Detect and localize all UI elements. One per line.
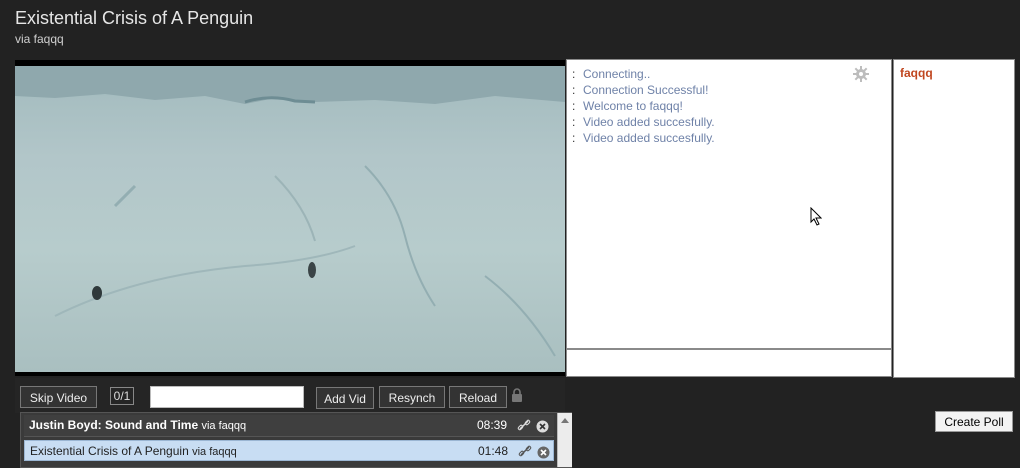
skip-counter: 0/1 <box>110 387 134 405</box>
playlist-item-title: Existential Crisis of A Penguin <box>30 444 189 458</box>
chat-message: : Video added succesfully. <box>572 131 715 145</box>
reload-button[interactable]: Reload <box>449 386 507 408</box>
user-list: faqqq <box>893 59 1015 378</box>
add-video-button[interactable]: Add Vid <box>316 387 374 409</box>
video-source: via faqqq <box>15 32 64 46</box>
playlist-scrollbar[interactable] <box>557 413 572 467</box>
user-name[interactable]: faqqq <box>900 66 933 80</box>
mouse-cursor-icon <box>810 206 823 231</box>
scroll-up-icon[interactable] <box>561 418 569 423</box>
chat-message: : Welcome to faqqq! <box>572 99 683 113</box>
create-poll-button[interactable]: Create Poll <box>935 411 1013 432</box>
chat-input[interactable] <box>566 349 892 377</box>
link-icon[interactable] <box>517 418 531 439</box>
playlist-item-duration: 08:39 <box>477 418 508 432</box>
gear-icon[interactable] <box>853 66 869 82</box>
link-icon[interactable] <box>518 444 532 465</box>
lock-icon[interactable] <box>512 388 522 407</box>
close-circle-icon[interactable] <box>537 445 550 466</box>
chat-messages: : Connecting.. : Connection Successful! :W… <box>572 66 715 146</box>
video-url-input[interactable] <box>150 386 304 408</box>
close-circle-icon[interactable] <box>536 419 549 440</box>
playlist-item[interactable]: Existential Crisis of A Penguin via faqq… <box>24 440 554 461</box>
playlist: Justin Boyd: Sound and Time via faqqq 08… <box>20 412 572 468</box>
playlist-item-title: Justin Boyd: Sound and Time <box>29 418 199 432</box>
playlist-controls: Skip Video 0/1 Add Vid Resynch Reload <box>15 378 565 413</box>
chat-message: : Video added succesfully. <box>572 115 715 129</box>
playlist-item-duration: 01:48 <box>478 444 509 458</box>
video-player[interactable] <box>15 60 565 376</box>
resynch-button[interactable]: Resynch <box>379 386 445 408</box>
playlist-item[interactable]: Justin Boyd: Sound and Time via faqqq 08… <box>24 415 554 437</box>
chat-message: : Connection Successful! <box>572 83 709 97</box>
playlist-item-source: via faqqq <box>192 446 237 458</box>
playlist-item-source: via faqqq <box>201 420 247 432</box>
chat-log: : Connecting.. : Connection Successful! :W… <box>566 59 892 349</box>
video-title: Existential Crisis of A Penguin <box>15 8 254 28</box>
video-frame-image <box>15 66 565 372</box>
skip-video-button[interactable]: Skip Video <box>20 386 97 408</box>
chat-message: : Connecting.. <box>572 67 651 81</box>
